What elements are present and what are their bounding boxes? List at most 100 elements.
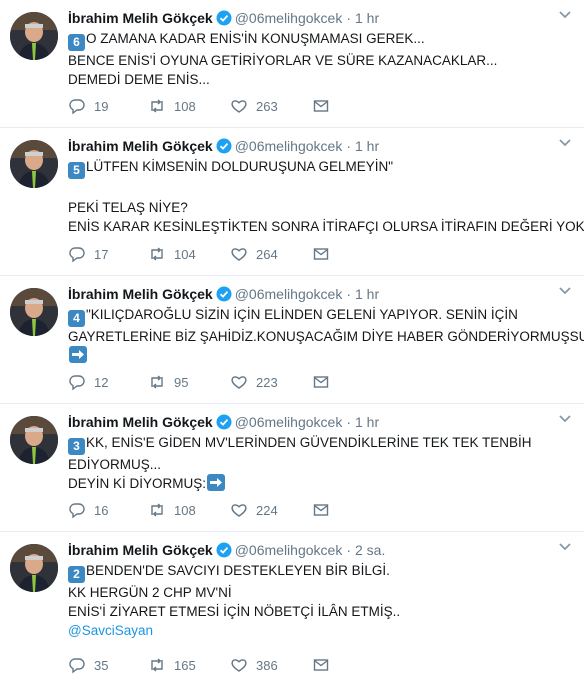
like-count: 263 (256, 98, 278, 114)
like-count: 223 (256, 374, 278, 390)
chevron-down-icon[interactable] (558, 10, 572, 20)
timestamp[interactable]: 1 hr (355, 10, 379, 26)
author-handle[interactable]: @06melihgokcek (235, 414, 343, 430)
separator-dot: · (346, 542, 351, 558)
avatar-image (10, 416, 58, 464)
tweet-actions: 12 95 223 (68, 373, 392, 391)
like-button[interactable]: 386 (230, 656, 312, 674)
separator-dot: · (346, 286, 351, 302)
timestamp[interactable]: 1 hr (355, 414, 379, 430)
retweet-icon (151, 375, 163, 389)
avatar-image (10, 544, 58, 592)
like-button[interactable]: 224 (230, 501, 312, 519)
reply-button[interactable]: 19 (68, 97, 148, 115)
timestamp[interactable]: 1 hr (355, 138, 379, 154)
keycap-emoji: 6 (68, 34, 85, 51)
like-count: 386 (256, 657, 278, 673)
reply-button[interactable]: 12 (68, 373, 148, 391)
verified-badge-icon (216, 414, 232, 430)
tweet-line: DEYİN Kİ DİYORMUŞ: (68, 474, 574, 493)
tweet-line: 6O ZAMANA KADAR ENİS'İN KONUŞMAMASI GERE… (68, 29, 574, 51)
author-name[interactable]: İbrahim Melih Gökçek (68, 10, 213, 26)
direct-message-button[interactable] (312, 97, 392, 115)
retweet-button[interactable]: 95 (148, 373, 230, 391)
tweet[interactable]: İbrahim Melih Gökçek @06melihgokcek · 1 … (0, 404, 584, 532)
author-name[interactable]: İbrahim Melih Gökçek (68, 414, 213, 430)
like-button[interactable]: 264 (230, 245, 312, 263)
tweet[interactable]: İbrahim Melih Gökçek @06melihgokcek · 1 … (0, 0, 584, 128)
author-name[interactable]: İbrahim Melih Gökçek (68, 286, 213, 302)
retweet-count: 95 (174, 374, 189, 390)
avatar[interactable] (10, 288, 58, 336)
reply-count: 19 (94, 98, 109, 114)
tweet[interactable]: İbrahim Melih Gökçek @06melihgokcek · 2 … (0, 532, 584, 686)
tweet[interactable]: İbrahim Melih Gökçek @06melihgokcek · 1 … (0, 128, 584, 276)
reply-button[interactable]: 35 (68, 656, 148, 674)
avatar-image (10, 12, 58, 60)
retweet-count: 108 (174, 502, 196, 518)
reply-icon (69, 503, 85, 519)
right-arrow-emoji-icon (207, 474, 226, 491)
tweet-actions: 16 108 224 (68, 501, 392, 519)
tweet-feed: İbrahim Melih Gökçek @06melihgokcek · 1 … (0, 0, 584, 686)
author-name[interactable]: İbrahim Melih Gökçek (68, 542, 213, 558)
avatar[interactable] (10, 12, 58, 60)
envelope-icon (313, 100, 329, 112)
tweet-line: KK HERGÜN 2 CHP MV'Nİ (68, 585, 232, 600)
right-arrow-emoji-icon (69, 346, 87, 363)
tweet-line: 5 LÜTFEN KİMSENİN DOLDURUŞUNA GELMEYİN" (68, 157, 574, 179)
tweet-text: 3 KK, ENİS'E GİDEN MV'LERİNDEN GÜVENDİKLE… (68, 433, 574, 493)
direct-message-button[interactable] (312, 245, 392, 263)
like-count: 264 (256, 246, 278, 262)
verified-badge-icon (216, 286, 232, 302)
chevron-down-icon[interactable] (558, 286, 572, 296)
reply-button[interactable]: 16 (68, 501, 148, 519)
keycap-emoji: 3 (68, 438, 85, 455)
tweet-line (68, 179, 574, 198)
reply-icon (69, 375, 85, 391)
avatar[interactable] (10, 140, 58, 188)
author-handle[interactable]: @06melihgokcek (235, 138, 343, 154)
tweet-line: 2 BENDEN'DE SAVCIYI DESTEKLEYEN BİR BİLGİ… (68, 561, 574, 583)
mention-link[interactable]: @SavciSayan (68, 621, 574, 640)
tweet[interactable]: İbrahim Melih Gökçek @06melihgokcek · 1 … (0, 276, 584, 404)
verified-badge-icon (216, 138, 232, 154)
tweet-actions: 19 108 263 (68, 97, 392, 115)
timestamp[interactable]: 1 hr (355, 286, 379, 302)
author-name[interactable]: İbrahim Melih Gökçek (68, 138, 213, 154)
chevron-down-icon[interactable] (558, 138, 572, 148)
separator-dot: · (346, 414, 351, 430)
direct-message-button[interactable] (312, 373, 392, 391)
envelope-icon (313, 504, 329, 516)
retweet-button[interactable]: 108 (148, 97, 230, 115)
envelope-icon (313, 376, 329, 388)
chevron-down-icon[interactable] (558, 414, 572, 424)
direct-message-button[interactable] (312, 656, 392, 674)
retweet-count: 165 (174, 657, 196, 673)
like-button[interactable]: 223 (230, 373, 312, 391)
heart-icon (231, 659, 247, 672)
tweet-line: 3 KK, ENİS'E GİDEN MV'LERİNDEN GÜVENDİKLE… (68, 433, 574, 455)
tweet-line: EDİYORMUŞ... (68, 457, 162, 472)
heart-icon (231, 376, 247, 389)
retweet-button[interactable]: 104 (148, 245, 230, 263)
retweet-button[interactable]: 165 (148, 656, 230, 674)
keycap-emoji: 4 (68, 310, 85, 327)
keycap-emoji: 2 (68, 566, 85, 583)
author-handle[interactable]: @06melihgokcek (235, 10, 343, 26)
retweet-button[interactable]: 108 (148, 501, 230, 519)
timestamp[interactable]: 2 sa. (355, 542, 385, 558)
like-button[interactable]: 263 (230, 97, 312, 115)
author-handle[interactable]: @06melihgokcek (235, 542, 343, 558)
author-handle[interactable]: @06melihgokcek (235, 286, 343, 302)
avatar[interactable] (10, 416, 58, 464)
direct-message-button[interactable] (312, 501, 392, 519)
tweet-line: BENCE ENİS'İ OYUNA GETİRİYORLAR VE SÜRE … (68, 53, 498, 68)
reply-count: 16 (94, 502, 109, 518)
separator-dot: · (346, 10, 351, 26)
avatar[interactable] (10, 544, 58, 592)
reply-button[interactable]: 17 (68, 245, 148, 263)
retweet-icon (151, 247, 163, 261)
chevron-down-icon[interactable] (558, 542, 572, 552)
reply-icon (69, 99, 85, 115)
